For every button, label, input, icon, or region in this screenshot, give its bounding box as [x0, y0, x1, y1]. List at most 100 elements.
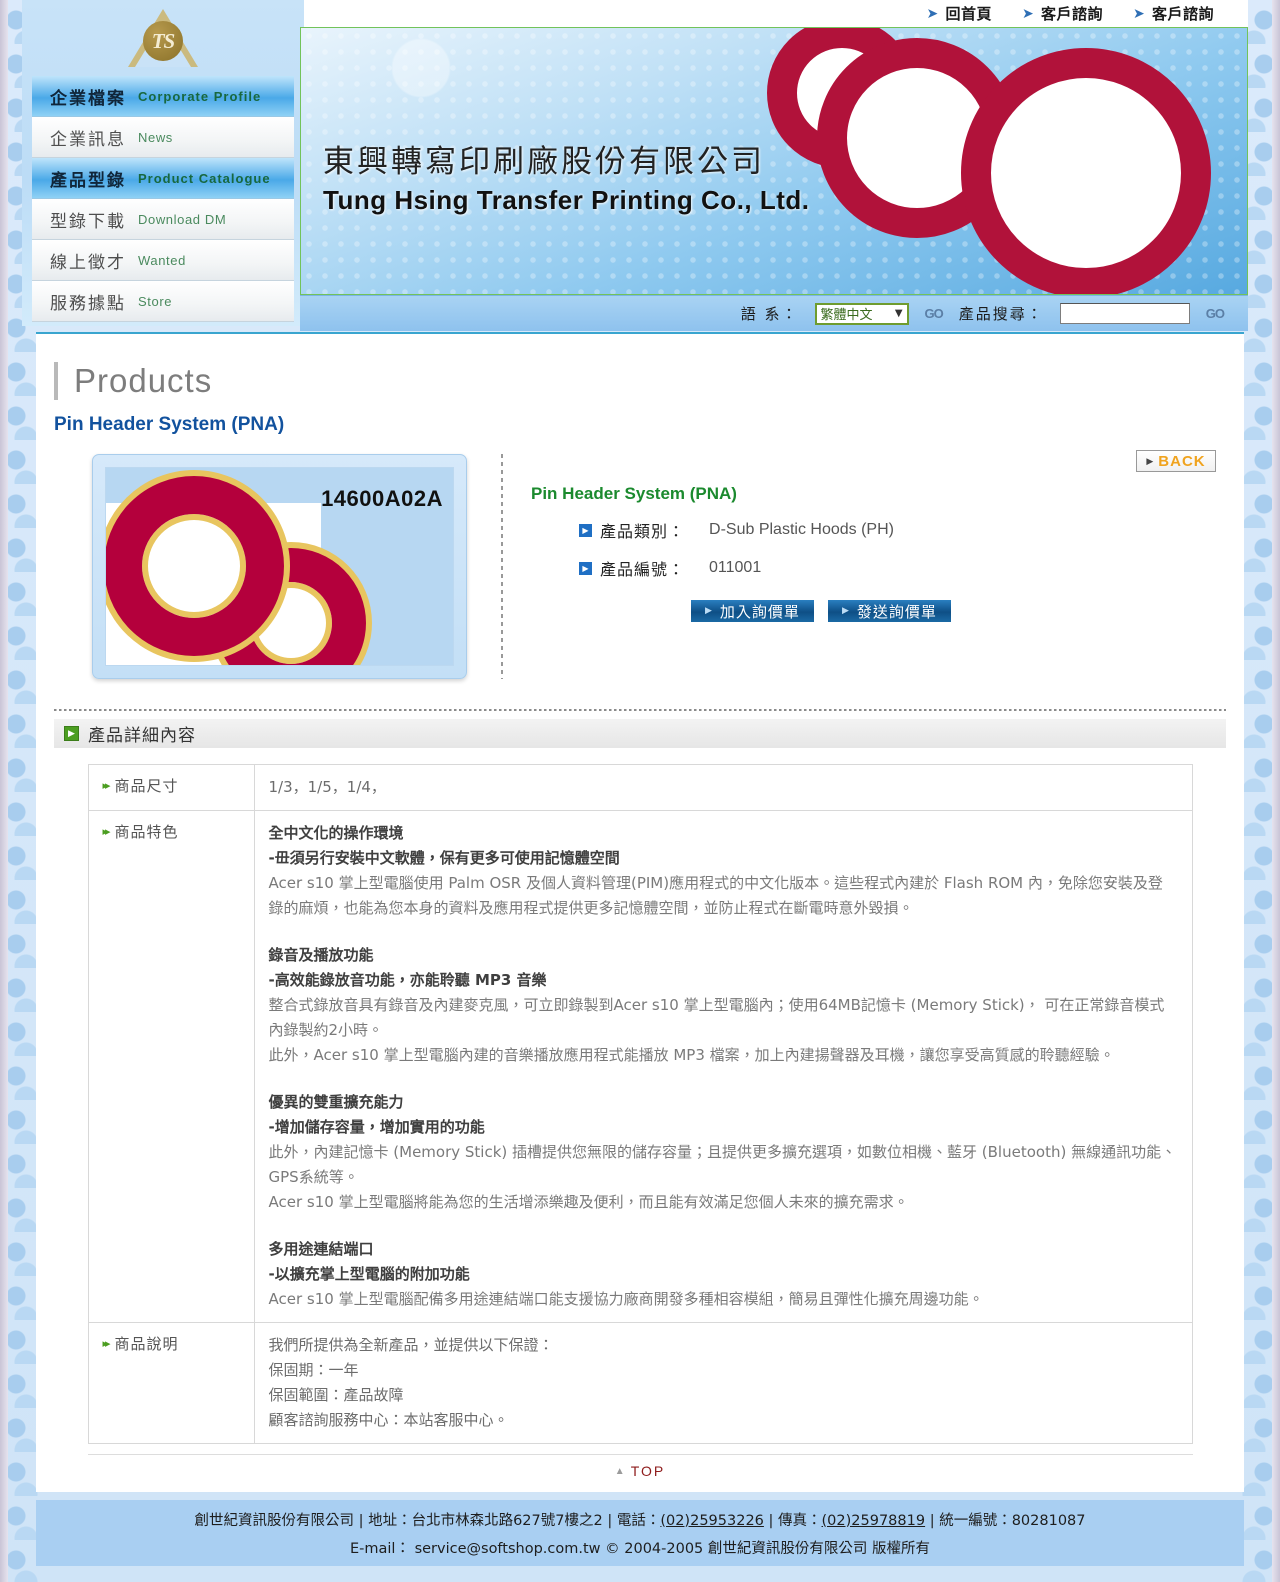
detail-value-cell: 我們所提供為全新產品，並提供以下保證： 保固期：一年 保固範圍：產品故障 顧客諮…	[253, 1322, 1193, 1444]
sidebar-item-product-catalogue[interactable]: 產品型錄 Product Catalogue	[32, 158, 294, 199]
sidebar-item-label-en: Download DM	[138, 211, 227, 227]
product-summary-row: 14600A02A Pin Header System (PNA) ▶ 產品類別…	[92, 454, 1244, 679]
product-heading: Pin Header System (PNA)	[54, 414, 285, 435]
sidebar-item-news[interactable]: 企業訊息 News	[32, 117, 294, 158]
detail-value-cell: 1/3，1/5，1/4，	[253, 764, 1193, 811]
language-select[interactable]: 繁體中文 ▼	[814, 302, 909, 325]
top-nav-home-label: 回首頁	[945, 6, 992, 23]
double-arrow-icon: ▸▸	[102, 826, 111, 838]
feature-block: 錄音及播放功能 -高效能錄放音功能，亦能聆聽 MP3 音樂 整合式錄放音具有錄音…	[269, 943, 1178, 1068]
feature-heading: 優異的雙重擴充能力	[268, 1093, 404, 1111]
top-nav-inquiry-1[interactable]: ➤ 客戶諮詢	[1022, 3, 1103, 24]
sidebar-item-label-en: News	[138, 129, 173, 145]
sidebar-item-wanted[interactable]: 線上徵才 Wanted	[32, 240, 294, 281]
feature-block: 全中文化的操作環境 -毌須另行安裝中文軟體，保有更多可使用記憶體空間 Acer …	[269, 821, 1178, 921]
feature-block: 多用途連結端口 -以擴充掌上型電腦的附加功能 Acer s10 掌上型電腦配備多…	[269, 1237, 1178, 1312]
description-line: 顧客諮詢服務中心：本站客服中心。	[268, 1411, 509, 1429]
site-banner: 東興轉寫印刷廠股份有限公司 Tung Hsing Transfer Printi…	[300, 27, 1248, 295]
footer-company-address: 創世紀資訊股份有限公司 | 地址：台北市林森北路627號7樓之2 | 電話：	[194, 1512, 661, 1529]
triangle-up-icon: ▲	[614, 1465, 625, 1477]
utility-bar: 語 系： 繁體中文 ▼ GO 產品搜尋： GO	[300, 295, 1248, 331]
product-number-label: 產品編號：	[600, 560, 686, 579]
language-select-value: 繁體中文	[820, 308, 873, 323]
top-nav-home[interactable]: ➤ 回首頁	[926, 3, 992, 24]
feature-paragraph: Acer s10 掌上型電腦配備多用途連結端口能支援協力廠商開發多種相容模組，簡…	[268, 1290, 984, 1308]
details-section-title: 產品詳細內容	[88, 726, 196, 746]
footer-fax-label: | 傳真：	[763, 1512, 822, 1529]
footer-copyright-line: E-mail： service@softshop.com.tw © 2004-2…	[350, 1540, 930, 1557]
banner-company-name-cn: 東興轉寫印刷廠股份有限公司	[323, 144, 765, 180]
feature-paragraph: Acer s10 掌上型電腦使用 Palm OSR 及個人資料管理(PIM)應用…	[268, 874, 1163, 917]
logo-monogram: TS	[143, 21, 183, 61]
feature-paragraph: Acer s10 掌上型電腦將能為您的生活增添樂趣及便利，而且能有效滿足您個人未…	[268, 1193, 909, 1211]
back-to-top-label: TOP	[630, 1463, 666, 1479]
language-label: 語 系：	[740, 305, 799, 323]
back-to-top-link[interactable]: ▲ TOP	[87, 1454, 1193, 1479]
add-to-inquiry-button[interactable]: ▶ 加入詢價單	[691, 600, 814, 622]
product-image: 14600A02A	[105, 467, 454, 666]
description-line: 保固期：一年	[268, 1361, 359, 1379]
product-search-go-button[interactable]: GO	[1206, 306, 1225, 321]
product-action-buttons: ▶ 加入詢價單 ▶ 發送詢價單	[691, 600, 951, 622]
sidebar-item-label-en: Store	[138, 293, 173, 309]
footer-phone[interactable]: (02)25953226	[660, 1513, 764, 1529]
top-nav-inquiry-2-label: 客戶諮詢	[1151, 6, 1214, 23]
footer-contact-line: 創世紀資訊股份有限公司 | 地址：台北市林森北路627號7樓之2 | 電話：(0…	[194, 1509, 1085, 1530]
details-section-header: ▶ 產品詳細內容	[54, 719, 1226, 748]
sidebar-item-label-cn: 產品型錄	[50, 170, 126, 191]
sidebar-item-label-en: Corporate Profile	[138, 88, 262, 104]
top-nav-inquiry-2[interactable]: ➤ 客戶諮詢	[1133, 3, 1214, 24]
product-category-label: 產品類別：	[600, 522, 686, 541]
feature-paragraph: 此外，內建記憶卡 (Memory Stick) 插槽提供您無限的儲存容量；且提供…	[268, 1143, 1177, 1186]
feature-paragraph: 此外，Acer s10 掌上型電腦內建的音樂播放應用程式能播放 MP3 檔案，加…	[268, 1046, 1115, 1064]
sidebar-item-corporate-profile[interactable]: 企業檔案 Corporate Profile	[32, 76, 294, 117]
send-inquiry-button[interactable]: ▶ 發送詢價單	[827, 600, 951, 622]
footer-tax-id: | 統一編號：80281087	[925, 1512, 1086, 1529]
main-content: Products Pin Header System (PNA) ▶ BACK …	[36, 332, 1244, 1492]
green-arrow-icon: ▶	[64, 726, 79, 741]
product-category-row: ▶ 產品類別： D-Sub Plastic Hoods (PH)	[579, 518, 951, 542]
detail-key-cell: ▸▸ 商品尺寸	[87, 764, 255, 811]
sidebar-item-label-en: Product Catalogue	[138, 170, 271, 186]
footer-fax[interactable]: (02)25978819	[822, 1513, 926, 1529]
banner-company-name-en: Tung Hsing Transfer Printing Co., Ltd.	[323, 185, 810, 215]
detail-value-size: 1/3，1/5，1/4，	[268, 778, 386, 796]
sidebar: TS 企業檔案 Corporate Profile 企業訊息 News 產品型錄…	[22, 0, 304, 326]
back-button[interactable]: ▶ BACK	[1136, 450, 1216, 472]
blue-arrow-icon: ▶	[579, 561, 592, 575]
product-image-frame[interactable]: 14600A02A	[92, 454, 467, 679]
detail-key-size: 商品尺寸	[114, 777, 179, 795]
feature-subheading: -增加儲存容量，增加實用的功能	[268, 1118, 485, 1136]
company-logo[interactable]: TS	[22, 0, 304, 76]
table-row: ▸▸ 商品尺寸 1/3，1/5，1/4，	[87, 764, 1193, 811]
product-search-label: 產品搜尋：	[958, 305, 1044, 323]
feature-heading: 多用途連結端口	[268, 1240, 374, 1258]
double-arrow-icon: ▸▸	[102, 780, 111, 792]
sidebar-item-label-cn: 企業訊息	[50, 129, 126, 150]
sidebar-item-label-cn: 企業檔案	[50, 88, 126, 109]
send-inquiry-label: 發送詢價單	[856, 602, 937, 621]
product-number-row: ▶ 產品編號： 011001	[579, 556, 951, 580]
feature-paragraph: 整合式錄放音具有錄音及內建麥克風，可立即錄製到Acer s10 掌上型電腦內；使…	[268, 996, 1165, 1039]
product-search-input[interactable]	[1059, 303, 1190, 324]
detail-key-cell: ▸▸ 商品特色	[87, 810, 255, 1323]
sidebar-item-store[interactable]: 服務據點 Store	[32, 281, 294, 322]
product-image-code: 14600A02A	[321, 486, 443, 511]
description-line: 保固範圍：產品故障	[268, 1386, 404, 1404]
detail-value-cell: 全中文化的操作環境 -毌須另行安裝中文軟體，保有更多可使用記憶體空間 Acer …	[253, 810, 1193, 1323]
language-go-button[interactable]: GO	[925, 306, 944, 321]
triangle-right-icon: ▶	[1146, 455, 1154, 466]
product-category-value: D-Sub Plastic Hoods (PH)	[709, 521, 894, 538]
sidebar-item-label-cn: 線上徵才	[50, 252, 126, 273]
detail-key-description: 商品說明	[114, 1335, 179, 1353]
banner-company-name: 東興轉寫印刷廠股份有限公司 Tung Hsing Transfer Printi…	[323, 136, 810, 216]
page-title: Products	[54, 362, 1244, 400]
right-edge-decoration	[1272, 0, 1280, 1582]
arrow-down-right-icon: ➤	[926, 5, 939, 21]
section-dotted-rule	[54, 709, 1226, 711]
top-navigation: ➤ 回首頁 ➤ 客戶諮詢 ➤ 客戶諮詢	[300, 0, 1248, 27]
feature-heading: 全中文化的操作環境	[268, 824, 404, 842]
feature-subheading: -毌須另行安裝中文軟體，保有更多可使用記憶體空間	[268, 849, 620, 867]
back-button-label: BACK	[1158, 452, 1206, 470]
sidebar-item-download-dm[interactable]: 型錄下載 Download DM	[32, 199, 294, 240]
